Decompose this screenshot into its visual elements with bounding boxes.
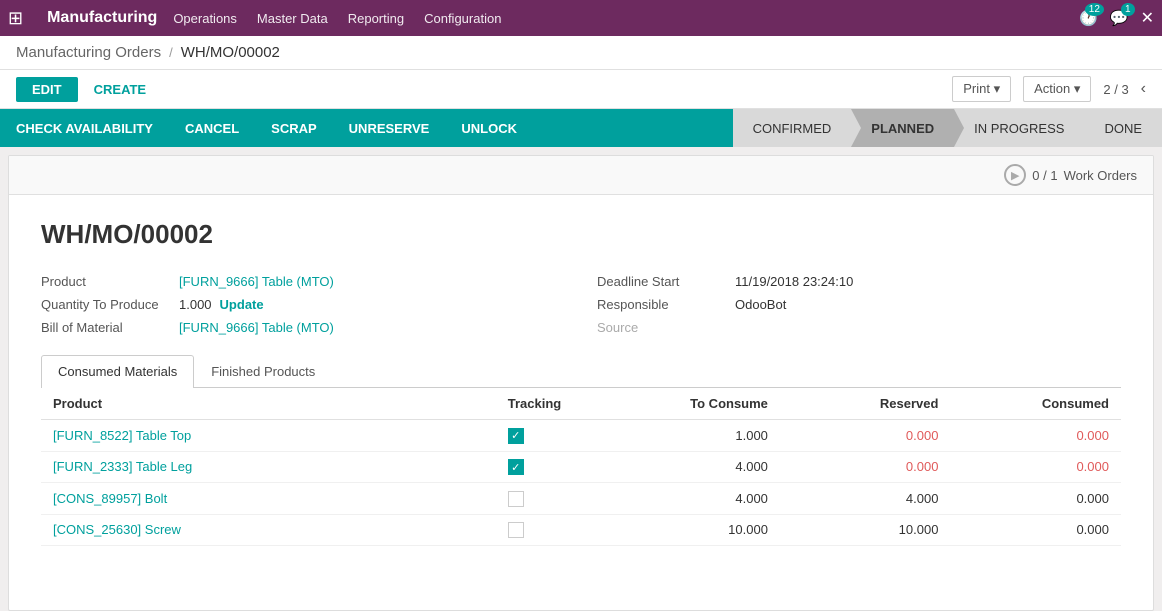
stage-planned[interactable]: PLANNED — [851, 109, 954, 147]
responsible-field: Responsible OdooBot — [597, 297, 1121, 312]
work-orders-bar: ▶ 0 / 1 Work Orders — [9, 156, 1153, 195]
bom-field: Bill of Material [FURN_9666] Table (MTO) — [41, 320, 565, 335]
nav-operations[interactable]: Operations — [173, 11, 237, 26]
stage-confirmed[interactable]: CONFIRMED — [733, 109, 852, 147]
row-to-consume: 10.000 — [609, 514, 780, 546]
product-value[interactable]: [FURN_9666] Table (MTO) — [179, 274, 334, 289]
breadcrumb-separator: / — [169, 45, 173, 60]
bom-label: Bill of Material — [41, 320, 171, 335]
row-to-consume: 4.000 — [609, 451, 780, 483]
stage-in-progress[interactable]: IN PROGRESS — [954, 109, 1084, 147]
col-product: Product — [41, 388, 496, 420]
row-consumed: 0.000 — [950, 451, 1121, 483]
print-button[interactable]: Print ▾ — [952, 76, 1011, 102]
row-consumed: 0.000 — [950, 483, 1121, 515]
form-title: WH/MO/00002 — [41, 219, 1121, 250]
quantity-label: Quantity To Produce — [41, 297, 171, 312]
source-label: Source — [597, 320, 727, 335]
chat-notifications[interactable]: 💬 1 — [1110, 9, 1129, 27]
close-icon[interactable]: ✕ — [1141, 8, 1154, 28]
responsible-label: Responsible — [597, 297, 727, 312]
work-orders-button[interactable]: ▶ 0 / 1 Work Orders — [1004, 164, 1137, 186]
deadline-label: Deadline Start — [597, 274, 727, 289]
breadcrumb-parent[interactable]: Manufacturing Orders — [16, 44, 161, 61]
quantity-field: Quantity To Produce 1.000 Update — [41, 297, 565, 312]
scrap-button[interactable]: SCRAP — [255, 109, 333, 147]
row-product[interactable]: [CONS_89957] Bolt — [41, 483, 496, 515]
nav-reporting[interactable]: Reporting — [348, 11, 404, 26]
row-tracking[interactable]: ✓ — [496, 420, 610, 452]
row-product[interactable]: [CONS_25630] Screw — [41, 514, 496, 546]
unreserve-button[interactable]: UNRESERVE — [333, 109, 446, 147]
row-to-consume: 1.000 — [609, 420, 780, 452]
materials-table: Product Tracking To Consume Reserved Con… — [41, 388, 1121, 546]
col-tracking: Tracking — [496, 388, 610, 420]
unlock-button[interactable]: UNLOCK — [445, 109, 533, 147]
stage-done[interactable]: DONE — [1084, 109, 1162, 147]
table-row: [FURN_2333] Table Leg✓4.0000.0000.000 — [41, 451, 1121, 483]
tab-finished-products[interactable]: Finished Products — [194, 355, 332, 387]
quantity-value: 1.000 — [179, 297, 212, 312]
action-button[interactable]: Action ▾ — [1023, 76, 1091, 102]
deadline-value: 11/19/2018 23:24:10 — [735, 274, 853, 289]
responsible-value: OdooBot — [735, 297, 786, 312]
bom-value[interactable]: [FURN_9666] Table (MTO) — [179, 320, 334, 335]
pager-prev[interactable]: ‹ — [1141, 80, 1146, 98]
action-label: Action — [1034, 81, 1070, 96]
table-row: [CONS_25630] Screw10.00010.0000.000 — [41, 514, 1121, 546]
breadcrumb-current: WH/MO/00002 — [181, 44, 280, 61]
status-bar: CHECK AVAILABILITY CANCEL SCRAP UNRESERV… — [0, 109, 1162, 147]
form-fields: Product [FURN_9666] Table (MTO) Quantity… — [41, 274, 1121, 335]
row-consumed: 0.000 — [950, 420, 1121, 452]
breadcrumb: Manufacturing Orders / WH/MO/00002 — [0, 36, 1162, 70]
grid-icon[interactable]: ⊞ — [8, 8, 23, 29]
calendar-badge: 12 — [1085, 3, 1104, 16]
action-right: Print ▾ Action ▾ 2 / 3 ‹ — [952, 76, 1146, 102]
source-field: Source — [597, 320, 1121, 335]
content-area: ▶ 0 / 1 Work Orders WH/MO/00002 Product … — [8, 155, 1154, 611]
row-to-consume: 4.000 — [609, 483, 780, 515]
work-orders-count: 0 / 1 — [1032, 168, 1057, 183]
row-tracking[interactable] — [496, 483, 610, 515]
row-consumed: 0.000 — [950, 514, 1121, 546]
product-label: Product — [41, 274, 171, 289]
nav-menu: Operations Master Data Reporting Configu… — [173, 11, 501, 26]
cancel-button[interactable]: CANCEL — [169, 109, 255, 147]
col-consumed: Consumed — [950, 388, 1121, 420]
navbar-right: 🕐 12 💬 1 ✕ — [1079, 8, 1154, 28]
stage-pipeline: CONFIRMED PLANNED IN PROGRESS DONE — [733, 109, 1162, 147]
work-orders-label: Work Orders — [1064, 168, 1137, 183]
tabs: Consumed Materials Finished Products — [41, 355, 1121, 388]
action-bar: EDIT CREATE Print ▾ Action ▾ 2 / 3 ‹ — [0, 70, 1162, 109]
table-row: [CONS_89957] Bolt4.0004.0000.000 — [41, 483, 1121, 515]
table-row: [FURN_8522] Table Top✓1.0000.0000.000 — [41, 420, 1121, 452]
navbar: ⊞ Manufacturing Operations Master Data R… — [0, 0, 1162, 36]
row-reserved: 0.000 — [780, 451, 951, 483]
edit-button[interactable]: EDIT — [16, 77, 78, 102]
calendar-notifications[interactable]: 🕐 12 — [1079, 9, 1098, 27]
row-reserved: 10.000 — [780, 514, 951, 546]
row-tracking[interactable]: ✓ — [496, 451, 610, 483]
row-reserved: 0.000 — [780, 420, 951, 452]
row-product[interactable]: [FURN_2333] Table Leg — [41, 451, 496, 483]
print-label: Print — [963, 81, 990, 96]
row-reserved: 4.000 — [780, 483, 951, 515]
col-to-consume: To Consume — [609, 388, 780, 420]
deadline-field: Deadline Start 11/19/2018 23:24:10 — [597, 274, 1121, 289]
nav-master-data[interactable]: Master Data — [257, 11, 328, 26]
pager: 2 / 3 — [1103, 82, 1128, 97]
chat-badge: 1 — [1121, 3, 1135, 16]
form-content: WH/MO/00002 Product [FURN_9666] Table (M… — [9, 195, 1153, 570]
row-tracking[interactable] — [496, 514, 610, 546]
create-button[interactable]: CREATE — [86, 77, 154, 102]
col-reserved: Reserved — [780, 388, 951, 420]
row-product[interactable]: [FURN_8522] Table Top — [41, 420, 496, 452]
check-availability-button[interactable]: CHECK AVAILABILITY — [0, 109, 169, 147]
nav-configuration[interactable]: Configuration — [424, 11, 501, 26]
app-title: Manufacturing — [47, 9, 157, 27]
product-field: Product [FURN_9666] Table (MTO) — [41, 274, 565, 289]
update-button[interactable]: Update — [220, 297, 264, 312]
play-icon: ▶ — [1004, 164, 1026, 186]
tab-consumed-materials[interactable]: Consumed Materials — [41, 355, 194, 388]
